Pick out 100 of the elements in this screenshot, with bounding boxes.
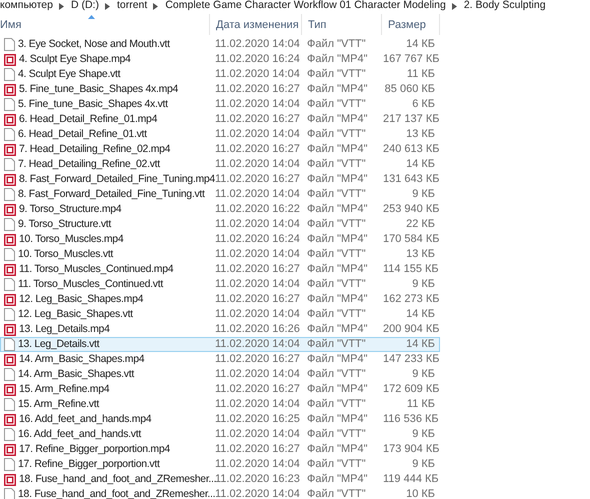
file-row[interactable]: 15. Arm_Refine.mp4 11.02.2020 16:27 Файл "MP4" 172 609 КБ — [0, 382, 440, 397]
file-row[interactable]: 13. Leg_Details.mp4 11.02.2020 16:26 Файл "MP4" 200 904 КБ — [0, 322, 440, 337]
file-size: 9 КБ — [411, 187, 435, 202]
file-type: Файл "MP4" — [306, 322, 369, 338]
file-size: 22 КБ — [405, 217, 435, 232]
file-size: 9 КБ — [411, 457, 435, 472]
file-row[interactable]: 10. Torso_Muscles.mp4 11.02.2020 16:24 Файл "MP4" 170 584 КБ — [0, 232, 440, 247]
document-icon — [4, 218, 15, 231]
file-row[interactable]: 14. Arm_Basic_Shapes.mp4 11.02.2020 16:27 Файл "MP4" 147 233 КБ — [0, 352, 440, 367]
file-type: Файл "VTT" — [306, 247, 367, 262]
date-modified: 11.02.2020 16:24 — [214, 232, 301, 248]
video-file-icon — [4, 414, 16, 426]
date-modified: 11.02.2020 16:24 — [214, 52, 301, 68]
file-size: 14 КБ — [405, 307, 435, 322]
breadcrumb-item[interactable]: D (D:) — [70, 0, 99, 14]
file-row[interactable]: 13. Leg_Details.vtt 11.02.2020 14:04 Файл "VTT" 14 КБ — [0, 337, 440, 352]
video-file-icon — [4, 144, 16, 156]
file-row[interactable]: 9. Torso_Structure.mp4 11.02.2020 16:22 Файл "MP4" 253 940 КБ — [0, 202, 440, 217]
file-name: 12. Leg_Basic_Shapes.mp4 — [19, 292, 144, 307]
document-icon — [4, 128, 15, 141]
column-header[interactable]: Размер — [382, 14, 440, 35]
file-row[interactable]: 9. Torso_Structure.vtt 11.02.2020 14:04 Файл "VTT" 22 КБ — [0, 217, 440, 232]
date-modified: 11.02.2020 14:04 — [214, 277, 301, 292]
file-row[interactable]: 12. Leg_Basic_Shapes.vtt 11.02.2020 14:04 Файл "VTT" 14 КБ — [0, 307, 440, 322]
file-row[interactable]: 18. Fuse_hand_and_foot_and_ZRemesher...11.02.2020 14:04 Файл "VTT" 10 КБ — [0, 487, 440, 499]
file-row[interactable]: 6. Head_Detail_Refine_01.mp4 11.02.2020 16:27 Файл "MP4" 217 137 КБ — [0, 112, 440, 127]
breadcrumb-item[interactable]: компьютер — [0, 0, 53, 14]
document-icon — [4, 458, 15, 471]
date-modified: 11.02.2020 16:26 — [214, 322, 301, 338]
file-type: Файл "VTT" — [306, 487, 367, 499]
file-size: 14 КБ — [405, 337, 435, 352]
file-name: 14. Arm_Basic_Shapes.vtt — [18, 366, 134, 382]
file-name: 3. Eye Socket, Nose and Mouth.vtt — [18, 36, 170, 52]
file-row[interactable]: 17. Refine_Bigger_porportion.mp4 11.02.2020 16:27 Файл "MP4" 173 904 КБ — [0, 442, 440, 457]
file-type: Файл "MP4" — [306, 52, 369, 68]
file-name: 7. Head_Detailing_Refine_02.mp4 — [19, 142, 170, 157]
file-size: 11 КБ — [406, 67, 435, 82]
file-name: 5. Fine_tune_Basic_Shapes 4x.mp4 — [19, 82, 178, 97]
file-type: Файл "VTT" — [306, 67, 367, 82]
file-row[interactable]: 8. Fast_Forward_Detailed_Fine_Tuning.mp411.02.2020 16:27 Файл "MP4" 131 643 КБ — [0, 172, 440, 187]
file-type: Файл "VTT" — [306, 157, 367, 172]
file-row[interactable]: 4. Sculpt Eye Shape.mp4 11.02.2020 16:24 Файл "MP4" 167 767 КБ — [0, 52, 440, 67]
file-name: 7. Head_Detailing_Refine_02.vtt — [18, 156, 160, 172]
column-header[interactable]: Дата изменения — [210, 14, 302, 35]
file-row[interactable]: 6. Head_Detail_Refine_01.vtt 11.02.2020 14:04 Файл "VTT" 13 КБ — [0, 127, 440, 142]
sort-up-icon — [88, 15, 95, 19]
file-row[interactable]: 16. Add_feet_and_hands.vtt 11.02.2020 14:04 Файл "VTT" 9 КБ — [0, 427, 440, 442]
file-type: Файл "MP4" — [306, 412, 369, 428]
file-type: Файл "MP4" — [306, 292, 369, 308]
file-row[interactable]: 5. Fine_tune_Basic_Shapes 4x.vtt 11.02.2020 14:04 Файл "VTT" 6 КБ — [0, 97, 440, 112]
file-name: 8. Fast_Forward_Detailed_Fine_Tuning.mp4 — [19, 172, 215, 187]
file-row[interactable]: 7. Head_Detailing_Refine_02.vtt 11.02.2020 14:04 Файл "VTT" 14 КБ — [0, 157, 440, 172]
document-icon — [4, 188, 15, 201]
breadcrumb-item[interactable]: Complete Game Character Workflow 01 Character Modeling — [165, 0, 446, 14]
file-type: Файл "MP4" — [306, 442, 369, 458]
document-icon — [4, 308, 15, 321]
file-type: Файл "VTT" — [306, 427, 367, 442]
file-name: 4. Sculpt Eye Shape.vtt — [18, 66, 120, 82]
file-row[interactable]: 7. Head_Detailing_Refine_02.mp4 11.02.2020 16:27 Файл "MP4" 240 613 КБ — [0, 142, 440, 157]
file-size: 11 КБ — [406, 397, 435, 412]
video-file-icon — [4, 234, 16, 246]
date-modified: 11.02.2020 14:04 — [214, 307, 301, 322]
file-row[interactable]: 15. Arm_Refine.vtt 11.02.2020 14:04 Файл "VTT" 11 КБ — [0, 397, 440, 412]
file-size: 9 КБ — [411, 427, 435, 442]
date-modified: 11.02.2020 14:04 — [214, 157, 301, 172]
date-modified: 11.02.2020 16:27 — [214, 442, 301, 458]
video-file-icon — [4, 174, 16, 186]
file-row[interactable]: 10. Torso_Muscles.vtt 11.02.2020 14:04 Файл "VTT" 13 КБ — [0, 247, 440, 262]
column-header[interactable]: Имя — [0, 14, 210, 35]
document-icon — [4, 428, 15, 441]
date-modified: 11.02.2020 14:04 — [214, 247, 301, 262]
file-row[interactable]: 18. Fuse_hand_and_foot_and_ZRemesher...11.02.2020 16:23 Файл "MP4" 119 444 КБ — [0, 472, 440, 487]
date-modified: 11.02.2020 14:04 — [214, 367, 301, 382]
file-row[interactable]: 4. Sculpt Eye Shape.vtt 11.02.2020 14:04 Файл "VTT" 11 КБ — [0, 67, 440, 82]
video-file-icon — [4, 444, 16, 456]
file-name: 18. Fuse_hand_and_foot_and_ZRemesher... — [18, 486, 216, 499]
file-size: 6 КБ — [411, 97, 435, 112]
file-row[interactable]: 5. Fine_tune_Basic_Shapes 4x.mp4 11.02.2020 16:27 Файл "MP4" 85 060 КБ — [0, 82, 440, 97]
file-row[interactable]: 11. Torso_Muscles_Continued.vtt 11.02.2020 14:04 Файл "VTT" 9 КБ — [0, 277, 440, 292]
file-size: 9 КБ — [411, 277, 435, 292]
date-modified: 11.02.2020 14:04 — [214, 337, 301, 352]
file-row[interactable]: 8. Fast_Forward_Detailed_Fine_Tuning.vtt 11.02.2020 14:04 Файл "VTT" 9 КБ — [0, 187, 440, 202]
file-row[interactable]: 12. Leg_Basic_Shapes.mp4 11.02.2020 16:27 Файл "MP4" 162 273 КБ — [0, 292, 440, 307]
file-row[interactable]: 11. Torso_Muscles_Continued.mp4 11.02.2020 16:27 Файл "MP4" 114 155 КБ — [0, 262, 440, 277]
date-modified: 11.02.2020 16:27 — [214, 352, 301, 368]
file-row[interactable]: 14. Arm_Basic_Shapes.vtt 11.02.2020 14:04 Файл "VTT" 9 КБ — [0, 367, 440, 382]
file-row[interactable]: 3. Eye Socket, Nose and Mouth.vtt 11.02.2020 14:04 Файл "VTT" 14 КБ — [0, 37, 440, 52]
breadcrumb-item[interactable]: torrent — [116, 0, 148, 14]
breadcrumb-item[interactable]: 2. Body Sculpting — [464, 0, 546, 14]
file-name: 15. Arm_Refine.mp4 — [19, 382, 110, 397]
file-row[interactable]: 16. Add_feet_and_hands.mp4 11.02.2020 16:25 Файл "MP4" 116 536 КБ — [0, 412, 440, 427]
document-icon — [4, 68, 15, 81]
document-icon — [4, 278, 15, 291]
date-modified: 11.02.2020 14:04 — [214, 187, 301, 202]
file-size: 14 КБ — [405, 37, 435, 52]
video-file-icon — [4, 324, 16, 336]
file-type: Файл "VTT" — [306, 307, 367, 322]
column-header[interactable]: Тип — [302, 14, 382, 35]
file-type: Файл "MP4" — [306, 262, 369, 278]
file-row[interactable]: 17. Refine_Bigger_porportion.vtt 11.02.2020 14:04 Файл "VTT" 9 КБ — [0, 457, 440, 472]
